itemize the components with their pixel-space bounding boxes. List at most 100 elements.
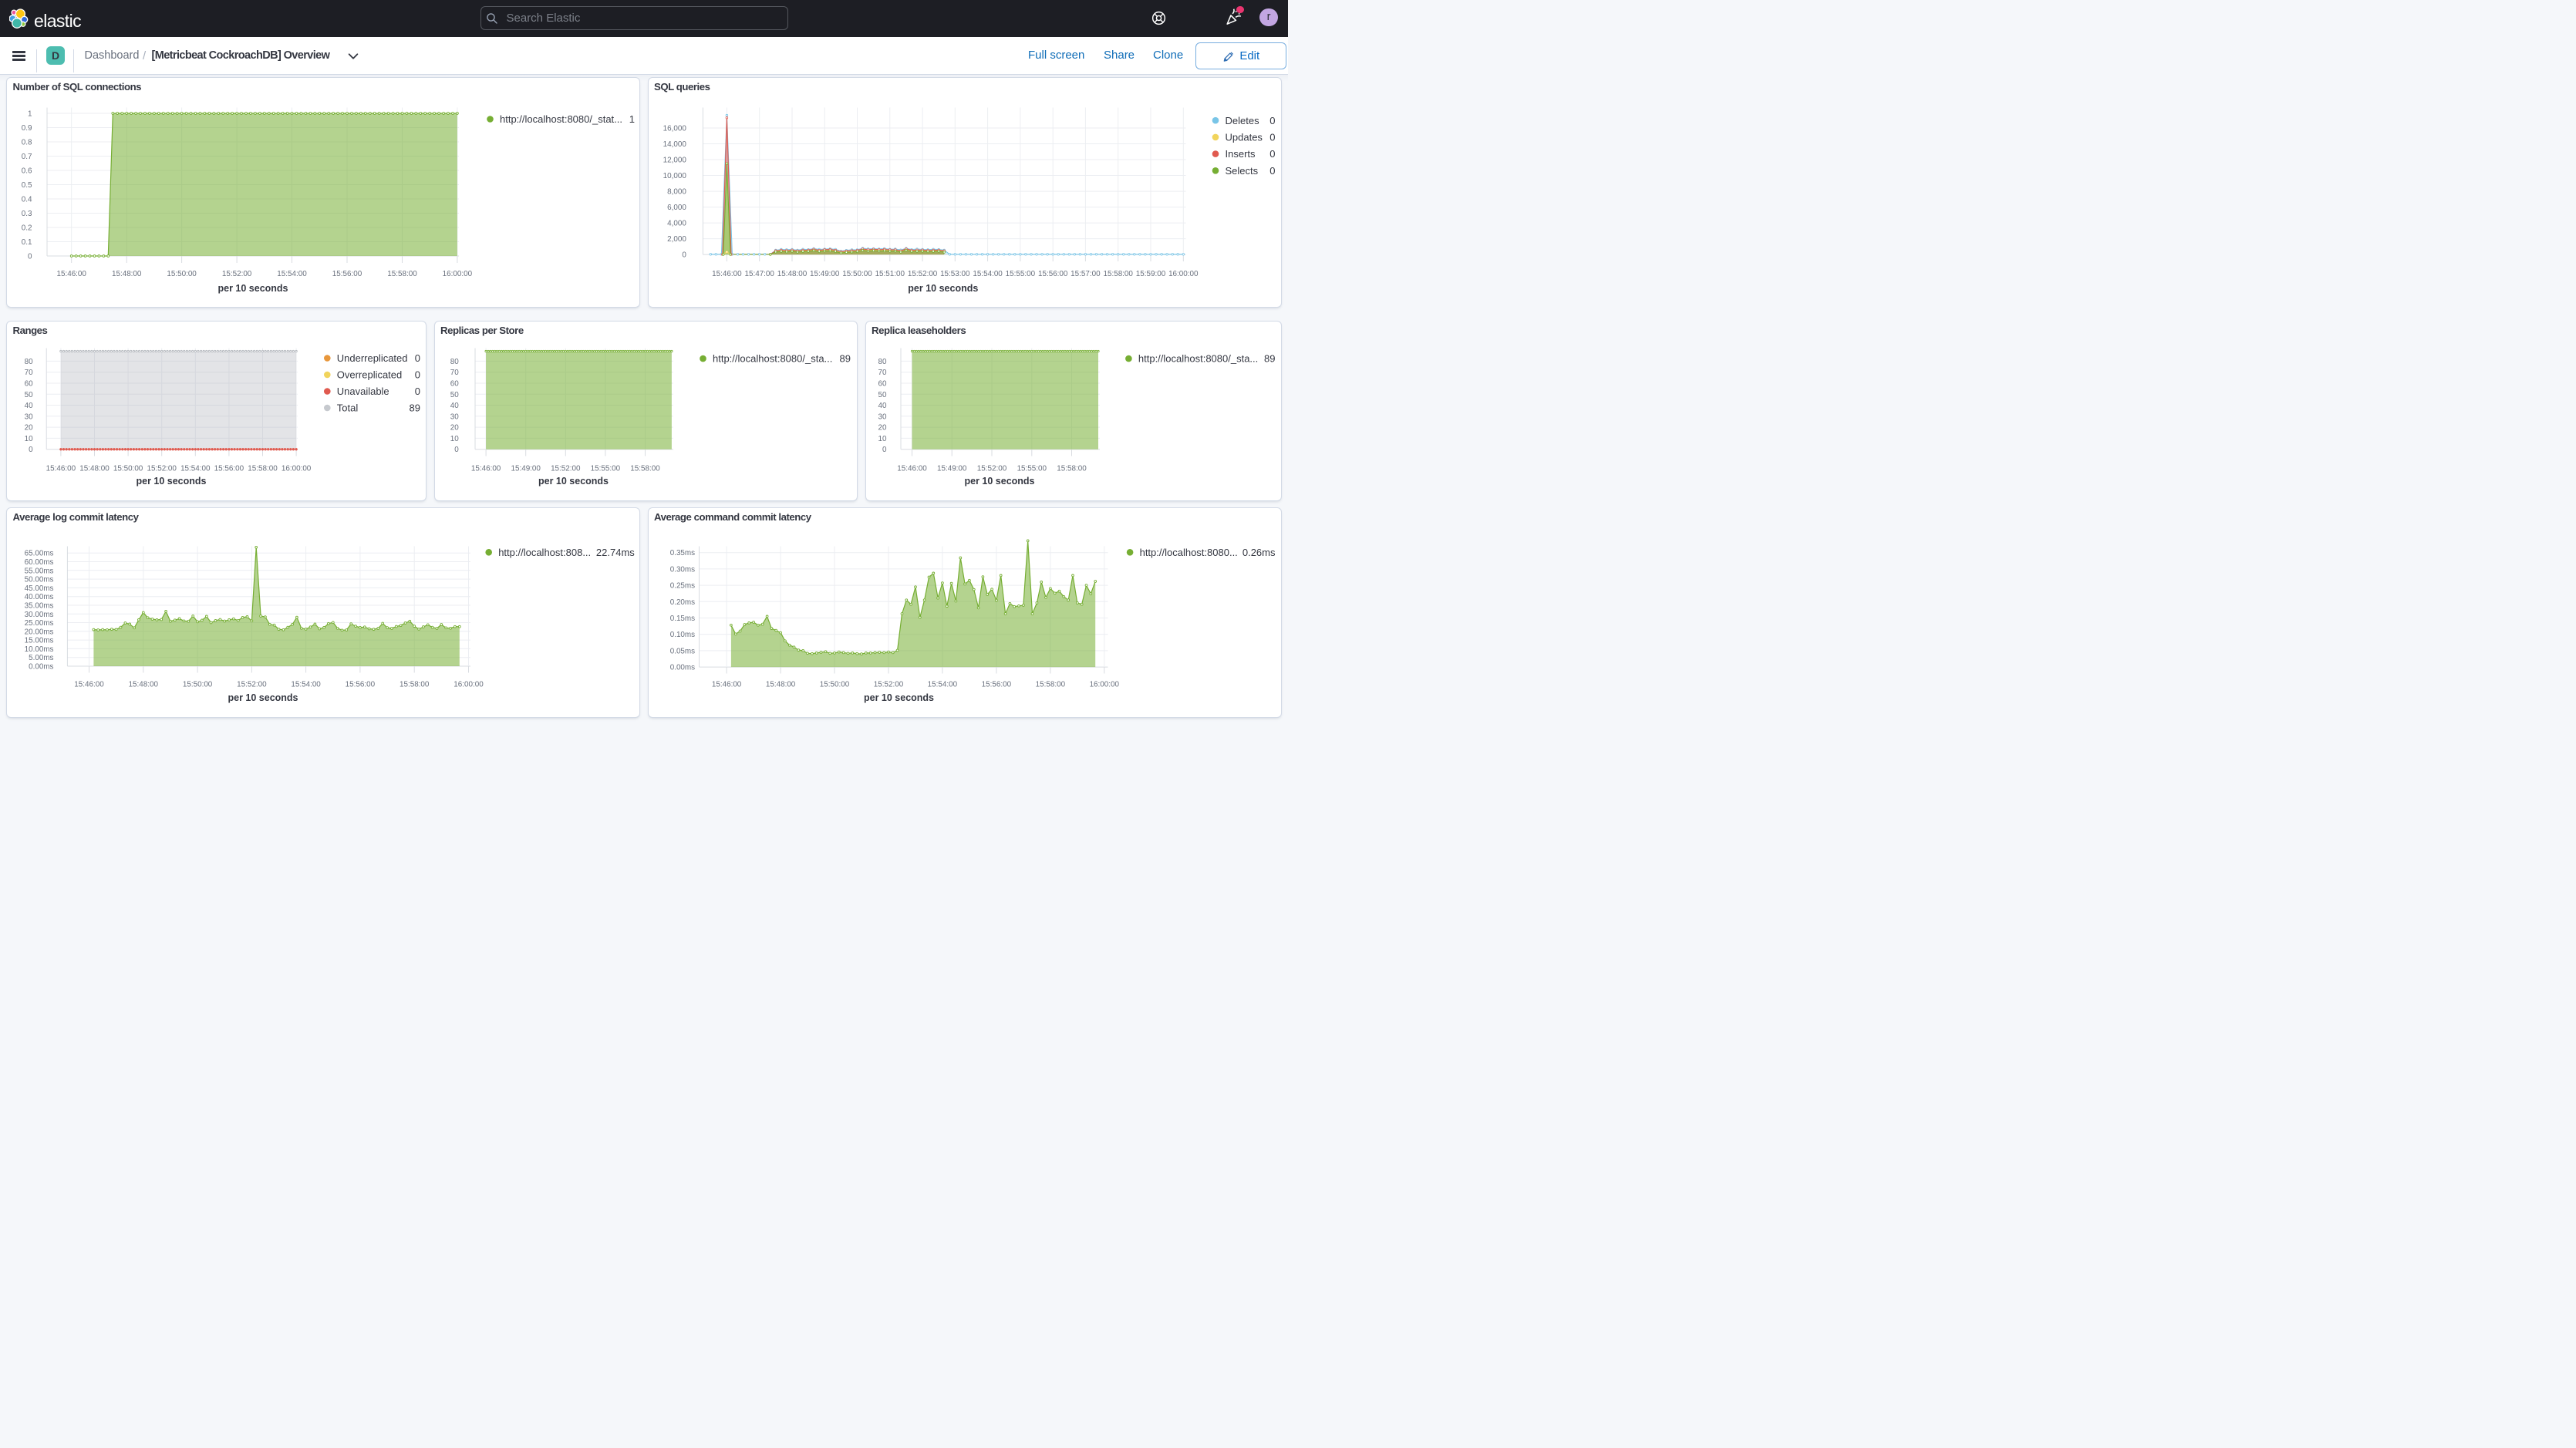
svg-text:80: 80 [25,357,33,365]
svg-text:15:52:00: 15:52:00 [147,464,177,473]
svg-text:15:46:00: 15:46:00 [56,270,86,278]
svg-text:15:58:00: 15:58:00 [1057,464,1087,473]
svg-text:0: 0 [454,446,459,454]
svg-text:15:54:00: 15:54:00 [973,270,1003,278]
svg-text:15:52:00: 15:52:00 [237,680,267,689]
svg-text:50: 50 [25,390,33,399]
svg-text:15:46:00: 15:46:00 [74,680,104,689]
svg-text:15:56:00: 15:56:00 [214,464,244,473]
svg-text:89: 89 [1264,352,1275,364]
svg-text:http://localhost:8080/_stat...: http://localhost:8080/_stat... [500,113,622,125]
svg-text:Total: Total [337,402,359,413]
svg-text:30: 30 [25,413,33,421]
svg-text:20: 20 [25,423,33,432]
svg-text:15:46:00: 15:46:00 [897,464,927,473]
svg-text:15:53:00: 15:53:00 [940,270,970,278]
svg-text:15:58:00: 15:58:00 [248,464,278,473]
svg-text:50: 50 [878,390,886,399]
svg-text:15:56:00: 15:56:00 [346,680,376,689]
svg-text:16,000: 16,000 [663,124,686,133]
svg-text:50.00ms: 50.00ms [25,575,54,584]
svg-text:per 10 seconds: per 10 seconds [863,692,933,702]
svg-text:20: 20 [878,423,886,432]
svg-text:55.00ms: 55.00ms [25,567,54,575]
svg-text:per 10 seconds: per 10 seconds [964,475,1034,486]
svg-text:Inserts: Inserts [1225,148,1256,160]
svg-text:20.00ms: 20.00ms [25,628,54,636]
svg-text:1: 1 [629,113,635,125]
svg-text:22.74ms: 22.74ms [596,546,635,557]
svg-text:80: 80 [450,357,458,365]
svg-text:15:50:00: 15:50:00 [842,270,872,278]
svg-text:40: 40 [450,401,458,409]
svg-text:0.5: 0.5 [22,181,32,190]
svg-text:15:56:00: 15:56:00 [332,270,362,278]
svg-text:15:58:00: 15:58:00 [1103,270,1133,278]
svg-text:0.8: 0.8 [22,138,32,146]
svg-text:15:52:00: 15:52:00 [551,464,581,473]
svg-text:0: 0 [1269,131,1275,143]
svg-text:15:47:00: 15:47:00 [744,270,774,278]
svg-text:http://localhost:8080/_sta...: http://localhost:8080/_sta... [1138,352,1257,364]
svg-text:6,000: 6,000 [667,204,686,212]
svg-text:15:58:00: 15:58:00 [630,464,660,473]
svg-text:0.05ms: 0.05ms [669,647,694,655]
svg-text:60: 60 [450,379,458,388]
svg-text:14,000: 14,000 [663,140,686,149]
svg-text:0: 0 [1269,115,1275,126]
svg-text:Underreplicated: Underreplicated [337,352,408,364]
svg-text:15:48:00: 15:48:00 [777,270,807,278]
svg-text:1: 1 [28,109,32,118]
svg-text:16:00:00: 16:00:00 [1089,680,1119,689]
svg-text:http://localhost:8080...: http://localhost:8080... [1139,546,1237,557]
svg-text:10: 10 [450,434,458,443]
svg-text:65.00ms: 65.00ms [25,549,54,557]
svg-text:15:54:00: 15:54:00 [927,680,957,689]
svg-text:15:50:00: 15:50:00 [167,270,197,278]
svg-text:8,000: 8,000 [667,188,686,197]
svg-text:15:54:00: 15:54:00 [180,464,211,473]
svg-text:16:00:00: 16:00:00 [443,270,473,278]
svg-text:15.00ms: 15.00ms [25,636,54,645]
svg-text:per 10 seconds: per 10 seconds [538,475,608,486]
svg-text:80: 80 [878,357,886,365]
svg-text:0.9: 0.9 [22,124,32,133]
svg-text:10: 10 [25,434,33,443]
svg-text:0: 0 [1269,148,1275,160]
svg-text:15:55:00: 15:55:00 [1005,270,1035,278]
svg-text:Deletes: Deletes [1225,115,1259,126]
svg-text:15:54:00: 15:54:00 [277,270,307,278]
svg-text:Unavailable: Unavailable [337,386,389,397]
svg-text:0.1: 0.1 [22,238,32,247]
svg-text:45.00ms: 45.00ms [25,584,54,592]
svg-text:15:46:00: 15:46:00 [46,464,76,473]
svg-text:15:48:00: 15:48:00 [129,680,159,689]
svg-text:15:52:00: 15:52:00 [976,464,1006,473]
svg-text:10,000: 10,000 [663,172,686,180]
svg-text:15:57:00: 15:57:00 [1071,270,1101,278]
svg-text:15:49:00: 15:49:00 [936,464,966,473]
svg-text:89: 89 [410,402,420,413]
svg-text:http://localhost:8080/_sta...: http://localhost:8080/_sta... [713,352,832,364]
svg-text:15:49:00: 15:49:00 [511,464,541,473]
svg-text:per 10 seconds: per 10 seconds [137,475,207,486]
svg-text:0: 0 [882,446,887,454]
svg-text:15:48:00: 15:48:00 [765,680,795,689]
svg-text:Selects: Selects [1225,165,1258,177]
svg-text:89: 89 [839,352,850,364]
svg-text:15:52:00: 15:52:00 [907,270,937,278]
svg-text:0.30ms: 0.30ms [669,565,694,574]
svg-text:0.3: 0.3 [22,210,32,218]
svg-text:0.4: 0.4 [22,195,32,204]
svg-text:60: 60 [25,379,33,388]
svg-text:70: 70 [25,369,33,377]
svg-text:15:56:00: 15:56:00 [981,680,1011,689]
svg-text:0: 0 [682,251,686,260]
svg-text:15:50:00: 15:50:00 [113,464,143,473]
svg-text:60.00ms: 60.00ms [25,557,54,566]
svg-text:0.00ms: 0.00ms [29,662,53,671]
svg-text:15:54:00: 15:54:00 [291,680,321,689]
svg-text:16:00:00: 16:00:00 [1168,270,1199,278]
svg-text:15:48:00: 15:48:00 [79,464,110,473]
svg-text:0.7: 0.7 [22,153,32,161]
